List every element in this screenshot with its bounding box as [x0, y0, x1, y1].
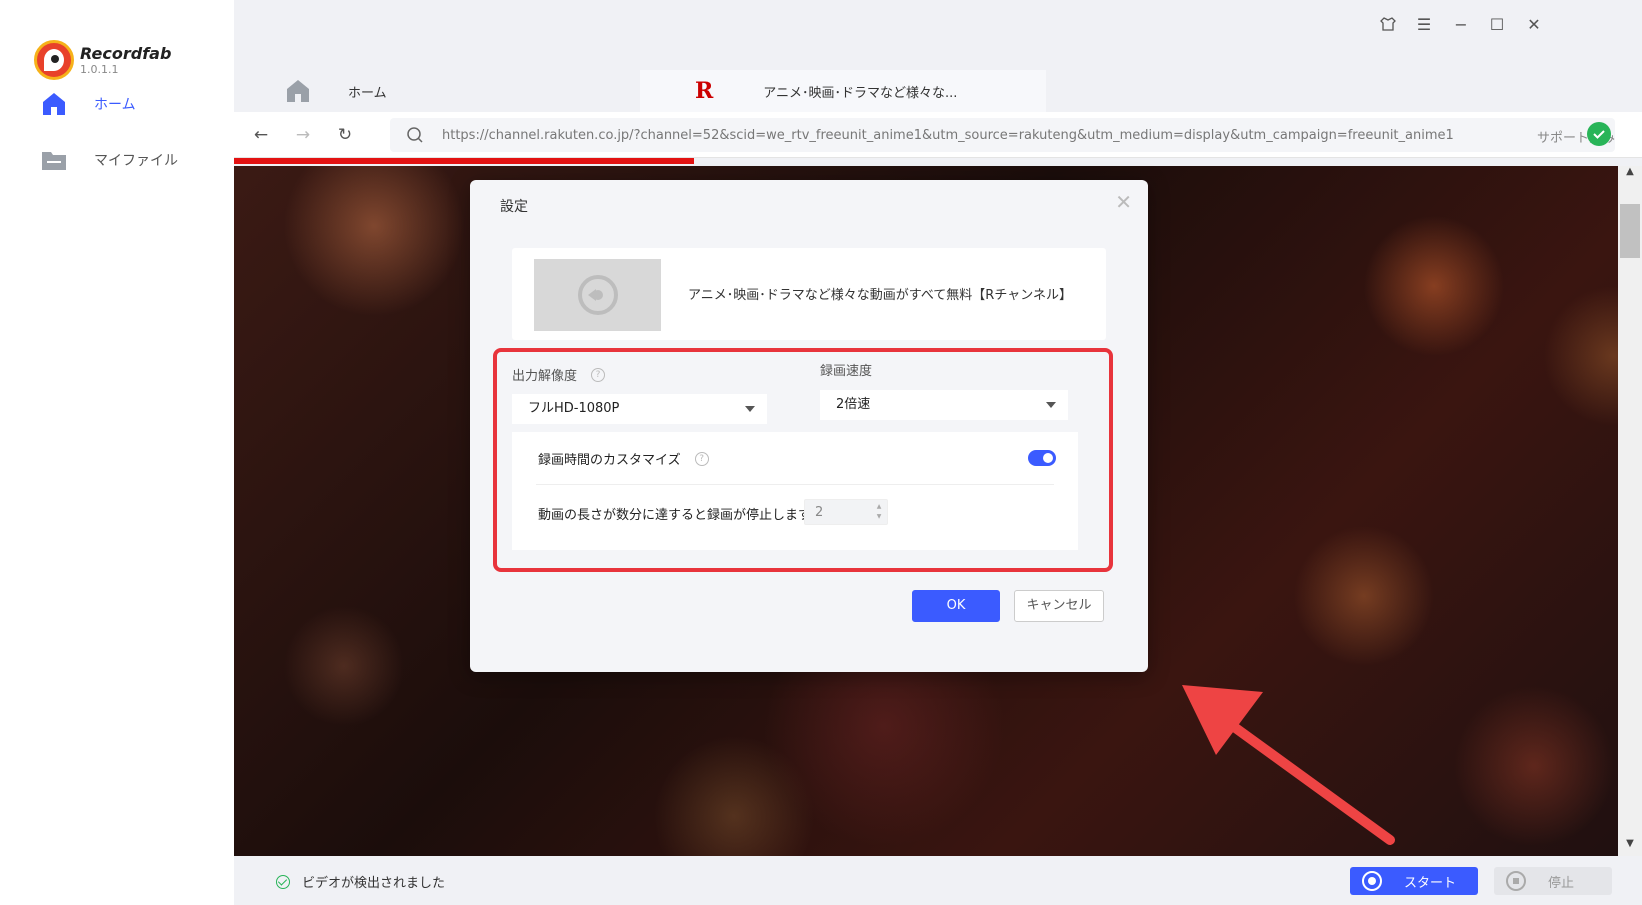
- tab-label: ホーム: [348, 85, 387, 101]
- ok-button[interactable]: OK: [912, 590, 1000, 622]
- resolution-label-text: 出力解像度: [512, 369, 578, 384]
- annotation-arrow-icon: [1182, 685, 1395, 845]
- back-icon[interactable]: ←: [250, 124, 272, 146]
- status-bar: ビデオが検出されました スタート 停止: [234, 856, 1642, 905]
- rakuten-r-icon: R: [695, 78, 714, 104]
- speed-label-text: 録画速度: [820, 364, 873, 379]
- browser-tabs: ホーム R アニメ･映画･ドラマなど様々な...: [234, 70, 1642, 112]
- custom-time-toggle[interactable]: [1028, 450, 1056, 466]
- video-info-card: アニメ･映画･ドラマなど様々な動画がすべて無料【Rチャンネル】: [512, 248, 1106, 340]
- duration-label: 動画の長さが数分に達すると録画が停止します: [538, 508, 812, 523]
- stepper-arrows-icon[interactable]: ▲ ▼: [873, 502, 885, 522]
- resolution-label: 出力解像度 ?: [512, 365, 606, 384]
- detected-text: ビデオが検出されました: [302, 876, 446, 891]
- settings-dialog: 設定 ✕ アニメ･映画･ドラマなど様々な動画がすべて無料【Rチャンネル】 出力解…: [470, 180, 1148, 672]
- resolution-select[interactable]: フルHD-1080P: [512, 394, 767, 424]
- speed-select[interactable]: 2倍速: [820, 390, 1068, 420]
- stop-button[interactable]: 停止: [1494, 867, 1612, 895]
- video-title: アニメ･映画･ドラマなど様々な動画がすべて無料【Rチャンネル】: [688, 288, 1072, 303]
- custom-time-label: 録画時間のカスタマイズ ?: [538, 449, 709, 468]
- sidebar-item-label: ホーム: [94, 97, 136, 113]
- tab-home[interactable]: ホーム: [284, 70, 614, 112]
- forward-icon[interactable]: →: [292, 124, 314, 146]
- minimize-icon[interactable]: −: [1451, 15, 1471, 35]
- skin-icon[interactable]: [1378, 15, 1398, 35]
- stop-label: 停止: [1548, 875, 1575, 891]
- sidebar-item-home[interactable]: ホーム: [40, 90, 136, 118]
- resolution-value: フルHD-1080P: [528, 401, 620, 416]
- disc-icon: [577, 275, 618, 315]
- tab-rakuten[interactable]: R アニメ･映画･ドラマなど様々な...: [640, 70, 1046, 112]
- window-titlebar: ☰ − ☐ ✕: [234, 0, 1642, 50]
- maximize-icon[interactable]: ☐: [1487, 15, 1507, 35]
- custom-time-panel: 録画時間のカスタマイズ ? 動画の長さが数分に達すると録画が停止します ▲▼: [512, 432, 1078, 550]
- reload-icon[interactable]: ↻: [334, 124, 356, 146]
- folder-icon: [42, 152, 66, 170]
- start-label: スタート: [1404, 875, 1457, 891]
- close-icon[interactable]: ✕: [1115, 190, 1132, 214]
- cancel-button[interactable]: キャンセル: [1014, 590, 1104, 622]
- check-circle-icon: [276, 874, 290, 889]
- stop-icon: [1506, 871, 1526, 891]
- scrollbar[interactable]: ▲ ▼: [1618, 166, 1642, 856]
- menu-icon[interactable]: ☰: [1414, 15, 1434, 35]
- detected-status: ビデオが検出されました: [276, 872, 445, 891]
- sidebar: Recordfab 1.0.1.1 ホーム マイファイル: [0, 0, 234, 905]
- scroll-down-icon[interactable]: ▼: [1623, 838, 1637, 852]
- url-box[interactable]: サポート済み: [390, 118, 1615, 152]
- scroll-thumb[interactable]: [1620, 204, 1640, 258]
- sidebar-item-my-files[interactable]: マイファイル: [40, 146, 178, 174]
- recordfab-logo-icon: [34, 40, 74, 80]
- chevron-down-icon: [745, 406, 755, 412]
- speed-value: 2倍速: [836, 397, 871, 412]
- video-thumbnail: [534, 259, 661, 331]
- url-input[interactable]: [442, 118, 1502, 152]
- chevron-down-icon: [1046, 402, 1056, 408]
- page-load-progress: [234, 158, 694, 164]
- divider: [536, 484, 1054, 485]
- start-button[interactable]: スタート: [1350, 867, 1478, 895]
- sidebar-item-label: マイファイル: [94, 153, 178, 169]
- dialog-title: 設定: [500, 199, 528, 215]
- custom-time-label-text: 録画時間のカスタマイズ: [538, 453, 681, 468]
- supported-check-icon: [1587, 122, 1611, 146]
- scroll-up-icon[interactable]: ▲: [1623, 166, 1637, 180]
- close-icon[interactable]: ✕: [1524, 15, 1544, 35]
- help-icon[interactable]: ?: [591, 367, 606, 382]
- help-icon[interactable]: ?: [694, 451, 709, 466]
- tab-label: アニメ･映画･ドラマなど様々な...: [763, 85, 958, 101]
- duration-input[interactable]: [805, 500, 865, 524]
- address-bar: ← → ↻ サポート済み: [234, 112, 1642, 158]
- app-logo: Recordfab 1.0.1.1: [34, 40, 171, 80]
- app-version: 1.0.1.1: [80, 63, 119, 76]
- home-icon: [43, 93, 65, 115]
- record-icon: [1362, 871, 1382, 891]
- duration-stepper[interactable]: ▲▼: [804, 499, 888, 525]
- search-icon: [407, 127, 423, 143]
- app-name: Recordfab: [80, 44, 172, 63]
- home-icon: [287, 80, 309, 102]
- speed-label: 録画速度: [820, 360, 872, 379]
